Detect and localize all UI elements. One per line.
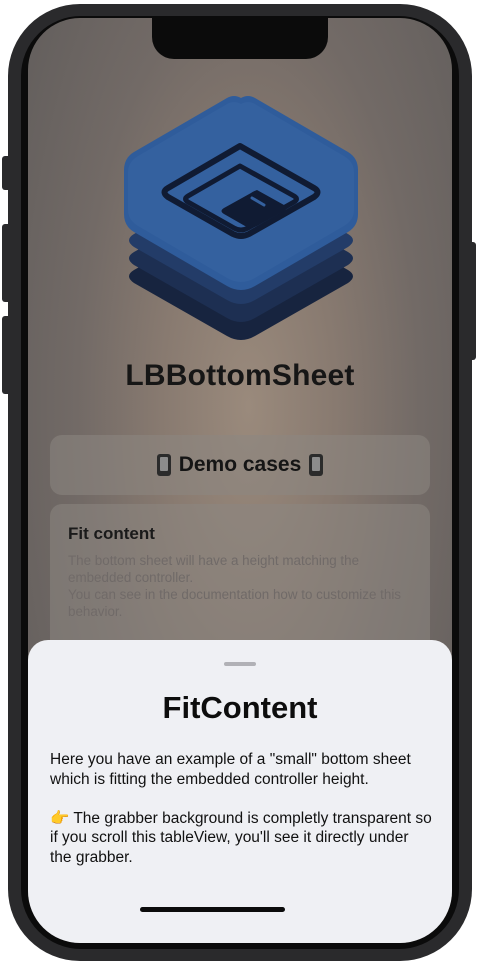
device-screen: LBBottomSheet Demo cases Fit content The… (28, 18, 452, 943)
sheet-title: FitContent (162, 690, 318, 725)
notch (152, 18, 328, 59)
sheet-paragraph: Here you have an example of a "small" bo… (50, 751, 411, 788)
app-title: LBBottomSheet (125, 359, 355, 392)
app-logo-icon (124, 96, 358, 340)
grabber-handle[interactable] (224, 662, 256, 666)
bottom-sheet[interactable]: FitContent Here you have an example of a… (28, 640, 452, 943)
demo-cases-header: Demo cases (50, 435, 430, 495)
card-title: Fit content (68, 524, 155, 543)
sheet-body: Here you have an example of a "small" bo… (50, 750, 432, 867)
card-description: The bottom sheet will have a height matc… (68, 553, 401, 619)
phone-icon (309, 454, 324, 476)
home-indicator[interactable] (140, 907, 285, 912)
demo-cases-label: Demo cases (178, 453, 302, 476)
sheet-paragraph: 👉 The grabber background is completly tr… (50, 809, 432, 866)
phone-icon (156, 454, 171, 476)
